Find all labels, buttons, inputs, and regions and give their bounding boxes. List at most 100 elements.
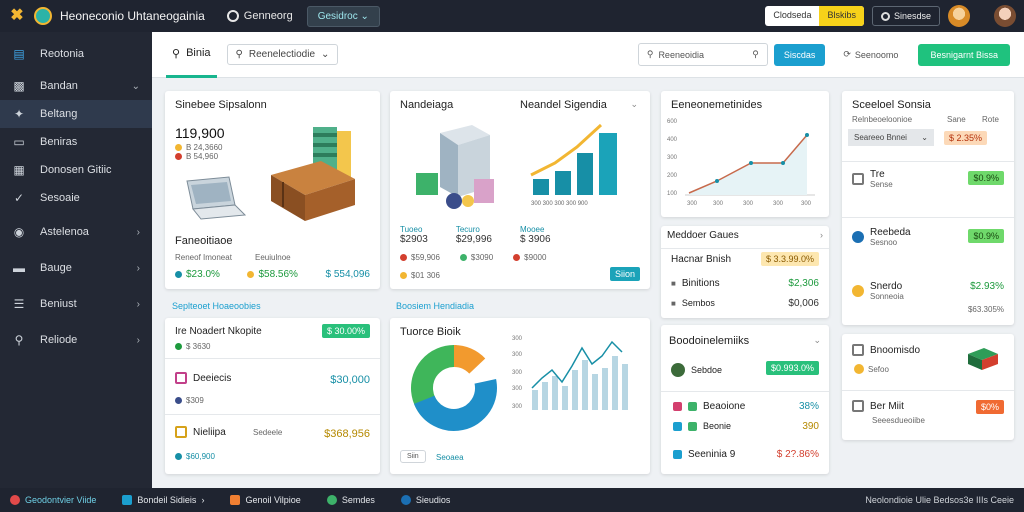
card-title: Boodoinelemiiks: [669, 335, 750, 347]
overview-card: Nandeiaga Neandel Sigendia ⌄ 300 300 300…: [390, 91, 650, 289]
earth-icon: [671, 363, 685, 377]
sidebar: ▤ Reotonia ▩ Bandan ⌄ ✦ Beltang ▭ Beniras ▦ Do…: [0, 32, 152, 488]
folder-icon: ▬: [13, 261, 25, 275]
bar-growth-illustration: 300 300 300 300 900: [530, 123, 617, 207]
status-bar: Geodontvier Viide Bondeil Sidieis › Genoi…: [0, 488, 1024, 512]
sidebar-item-donosen[interactable]: ▦ Donosen Gitiic: [0, 156, 152, 184]
header-search-input[interactable]: ⚲ Reeneoidia ⚲: [637, 43, 768, 66]
donut-card: Tuorce Bioik 300 300 300 300 300 Siin Se…: [390, 318, 650, 474]
sidebar-item-astelenoa[interactable]: ◉ Astelenoa ›: [0, 218, 152, 246]
card-title: Sceeloel Sonsia: [852, 99, 931, 111]
footer-item[interactable]: Genoil Vilpioe: [230, 495, 301, 505]
app-icon: [400, 495, 411, 505]
brand-icon: [34, 7, 52, 25]
primary-action-button[interactable]: Besnigarnt Bissa: [918, 43, 1010, 66]
top-nav-link[interactable]: Genneorg: [226, 10, 293, 22]
sidebar-item-beniust[interactable]: ☰ Beniust ›: [0, 290, 152, 318]
document-icon: ▭: [13, 135, 25, 149]
svg-text:300: 300: [687, 201, 698, 207]
footer-item[interactable]: Geodontvier Viide: [10, 495, 96, 505]
calendar-icon: [852, 400, 864, 412]
svg-text:300 300 300 300 900: 300 300 300 300 900: [531, 201, 588, 207]
svg-text:300: 300: [512, 352, 523, 358]
search-icon: ⚲: [14, 333, 24, 347]
value-badge: $ 2.35%: [944, 131, 988, 145]
card-title: Sinebee Sipsalonn: [175, 99, 267, 111]
page-header: ⚲ Binia ⚲ Reenelectiodie ⌄ ⚲ Reeneoidia …: [152, 32, 1024, 78]
svg-text:300: 300: [512, 336, 523, 342]
search-button[interactable]: Siscdas: [773, 43, 826, 66]
top-action-button[interactable]: Sinesdse: [871, 6, 940, 26]
card-title: Nandeiaga: [400, 99, 454, 111]
chevron-right-icon[interactable]: ›: [820, 230, 823, 241]
svg-text:300: 300: [743, 201, 754, 207]
sidebar-item-beniras[interactable]: ▭ Beniras: [0, 128, 152, 156]
svg-text:300: 300: [512, 386, 523, 392]
footer-status-text: Neolondioie Ulie Bedsos3e IIIs Ceeie: [865, 495, 1014, 505]
grid-icon: ▩: [13, 79, 25, 93]
svg-text:300: 300: [773, 201, 784, 207]
coin-icon: [852, 285, 864, 297]
sidebar-item-bandan[interactable]: ▩ Bandan ⌄: [0, 72, 152, 100]
search-icon: ⚲: [172, 47, 181, 60]
filter-dropdown[interactable]: Seareeo Bnnei ⌄: [848, 129, 934, 146]
chevron-down-icon[interactable]: ⌄: [813, 335, 821, 347]
inbox-icon: ☰: [13, 297, 25, 311]
metric-value: $58.56%: [247, 269, 298, 280]
donut-chart: [411, 345, 498, 431]
user-icon: [880, 11, 890, 21]
sidebar-item-beltang[interactable]: ✦ Beltang: [0, 100, 152, 128]
svg-text:300: 300: [713, 201, 724, 207]
svg-text:300: 300: [667, 155, 678, 161]
chevron-right-icon: ›: [136, 334, 140, 346]
svg-text:600: 600: [667, 119, 678, 125]
top-dropdown[interactable]: Gesidroc ⌄: [306, 5, 380, 27]
list-item[interactable]: Nieliipa: [175, 426, 226, 438]
metric-value: $ 554,096: [325, 269, 371, 280]
top-search[interactable]: Clodseda Blskibs: [765, 6, 864, 26]
list-item[interactable]: Bnoomisdo: [852, 344, 920, 356]
header-dropdown[interactable]: ⚲ Reenelectiodie ⌄: [226, 44, 339, 65]
avatar[interactable]: [948, 5, 970, 27]
globe-icon: [852, 231, 864, 243]
app-icon: [230, 495, 241, 505]
crate-illustration: [271, 127, 355, 221]
chevron-down-icon[interactable]: ⌄: [630, 99, 638, 110]
small-button[interactable]: Siin: [400, 450, 426, 463]
list-item[interactable]: Deeiecis: [175, 372, 231, 384]
pin-icon: ✦: [13, 107, 25, 121]
section-label: Boosiem Hendiadia: [396, 301, 475, 311]
logo-icon: ✖: [10, 7, 24, 24]
sidebar-item-bauge[interactable]: ▬ Bauge ›: [0, 254, 152, 282]
svg-text:300: 300: [512, 404, 523, 410]
svg-text:200: 200: [667, 173, 678, 179]
list-item[interactable]: Reebeda Sesnoo: [852, 227, 911, 247]
footer-item[interactable]: Semdes: [326, 495, 375, 505]
sidebar-item-sesoaie[interactable]: ✓ Sesoaie: [0, 184, 152, 212]
laptop-illustration: [186, 176, 247, 220]
search-icon: ⚲: [235, 49, 243, 60]
card-icon: [852, 344, 864, 356]
sidebar-item-reliode[interactable]: ⚲ Reliode ›: [0, 326, 152, 354]
status-badge[interactable]: Siion: [609, 267, 640, 281]
user-avatar[interactable]: [994, 5, 1016, 27]
summary-card: Sinebee Sipsalonn 119,900 B 24,3660 B 54…: [165, 91, 380, 289]
globe-icon: [226, 10, 239, 22]
list-item[interactable]: Tre Sense: [852, 169, 893, 189]
list-icon: ▦: [13, 163, 25, 177]
footer-item[interactable]: Bondeil Sidieis ›: [122, 495, 204, 505]
card-footer-title: Faneoitiaoe: [175, 235, 233, 247]
chevron-right-icon: ›: [136, 298, 140, 310]
svg-text:100: 100: [667, 191, 678, 197]
sidebar-item-home[interactable]: ▤ Reotonia: [0, 40, 152, 68]
app-title: Heoneconio Uhtaneogainia: [60, 9, 205, 23]
list-item[interactable]: Snerdo Sonneoia: [852, 281, 904, 301]
card-title: Neandel Sigendia: [520, 99, 607, 111]
svg-text:300: 300: [801, 201, 812, 207]
list-item[interactable]: Ber Miit: [852, 400, 904, 412]
tab-active[interactable]: ⚲ Binia: [166, 32, 217, 78]
settings-icon: ◉: [13, 225, 25, 239]
footer-item[interactable]: Sieudios: [400, 495, 450, 505]
list-card: Ire Noadert Nkopite $ 30.00% $ 3630 Deei…: [165, 318, 380, 474]
header-link[interactable]: ⟳ Seenoomo: [843, 49, 898, 60]
